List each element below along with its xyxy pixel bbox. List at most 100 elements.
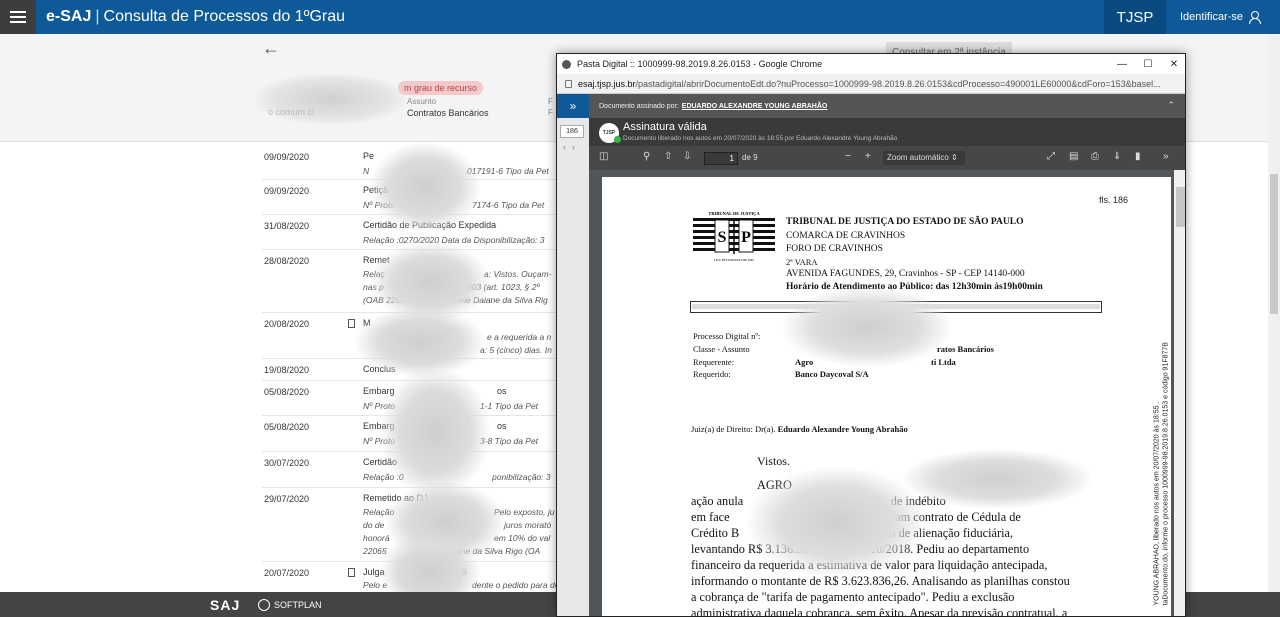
svg-text:S: S	[718, 229, 727, 246]
movement-date: 05/08/2020	[264, 387, 310, 397]
document-icon[interactable]	[348, 568, 355, 577]
redacted-area	[782, 287, 952, 367]
vertical-stamp-line: YOUNG ABRAHAO, liberado nos autos em 20/…	[1153, 401, 1161, 606]
signature-valid-title: Assinatura válida	[623, 121, 707, 133]
classe-value: ratos Bancários	[937, 344, 994, 354]
classe-label: Classe - Assunto	[693, 344, 750, 354]
redacted-area	[355, 307, 485, 377]
page-scrollbar-thumb[interactable]	[1270, 174, 1278, 314]
vertical-stamp: YOUNG ABRAHAO, liberado nos autos em 20/…	[1147, 302, 1170, 616]
window-title: Pasta Digital :: 1000999-98.2019.8.26.01…	[577, 59, 823, 69]
field-fragment: F	[548, 108, 553, 117]
window-titlebar[interactable]: Pasta Digital :: 1000999-98.2019.8.26.01…	[557, 54, 1185, 74]
body-line: a cobrança de "tarifa de pagamento antec…	[691, 590, 1015, 604]
court-name: TRIBUNAL DE JUSTIÇA DO ESTADO DE SÃO PAU…	[786, 217, 1024, 227]
tjsp-logo[interactable]: TJSP	[1104, 0, 1166, 34]
page-number-box[interactable]: 186	[560, 125, 584, 138]
body-line: informando o montante de R$ 3.623.836,26…	[691, 574, 1070, 588]
sidebar-toggle-icon[interactable]: ◫	[599, 151, 608, 162]
lock-icon	[565, 79, 572, 88]
open-file-icon[interactable]: ▤	[1069, 151, 1078, 162]
minimize-icon[interactable]: —	[1109, 54, 1135, 74]
user-icon	[1248, 11, 1261, 24]
url-host: esaj.tjsp.jus.br	[578, 78, 636, 89]
app-title[interactable]: e-SAJ | Consulta de Processos do 1ºGrau	[46, 8, 345, 26]
redacted-area	[370, 142, 480, 232]
close-icon[interactable]: ✕	[1161, 54, 1185, 74]
pdf-scrollbar[interactable]	[1174, 170, 1185, 616]
requerido-label: Requerido:	[693, 369, 731, 379]
movement-detail: e a requerida a n	[487, 332, 552, 342]
foro: FORO DE CRAVINHOS	[786, 244, 883, 254]
expand-panel-icon[interactable]: »	[557, 94, 589, 118]
bookmark-icon[interactable]: ▮	[1135, 151, 1141, 162]
tools-icon[interactable]: »	[1163, 151, 1169, 162]
next-page-icon[interactable]: ⇩	[683, 151, 691, 162]
print-icon[interactable]: ⎙	[1091, 151, 1099, 162]
check-icon	[614, 136, 621, 143]
movement-detail: 7174-6 Tipo da Pet	[472, 200, 545, 210]
requerente-value: Agro	[795, 357, 814, 367]
movement-date: 30/07/2020	[264, 458, 310, 468]
pdf-viewer[interactable]: fls. 186 TRIBUNAL DE JUSTIÇA S P LEX PEV	[589, 170, 1185, 616]
signed-by-label: Documento assinado por:	[599, 102, 679, 110]
classe-fragment: o comum cí	[268, 107, 315, 117]
window-controls: — ☐ ✕	[1109, 54, 1185, 74]
zoom-out-icon[interactable]: −	[845, 151, 851, 162]
fullscreen-icon[interactable]: ⤢	[1047, 151, 1055, 162]
movement-date: 31/08/2020	[264, 221, 310, 231]
field-fragment: F	[548, 97, 553, 106]
movement-detail: do de	[363, 520, 385, 530]
document-icon[interactable]	[348, 319, 355, 328]
pdf-toolbar: ◫ ⚲ ⇧ ⇩ 1 de 9 − + Zoom automático ⇕ ⤢ ▤…	[589, 146, 1185, 170]
zoom-in-icon[interactable]: +	[865, 151, 871, 162]
softplan-icon	[258, 598, 270, 611]
signature-valid-subtitle: Documento liberado nos autos em 20/07/20…	[623, 135, 898, 142]
redacted-area	[747, 467, 927, 577]
tjsp-seal-logo: TRIBUNAL DE JUSTIÇA S P LEX PEVERSUM DIE…	[693, 211, 775, 262]
movement-date: 05/08/2020	[264, 422, 310, 432]
movement-detail: 22065	[363, 546, 387, 556]
movement-date: 20/07/2020	[264, 568, 310, 578]
saj-logo: SAJ	[210, 596, 241, 613]
favicon-icon	[562, 59, 571, 69]
pdf-scrollbar-thumb[interactable]	[1176, 187, 1185, 227]
redacted-area	[902, 449, 1092, 509]
identify-link[interactable]: Identificar-se	[1180, 0, 1261, 34]
page-count: de 9	[742, 153, 758, 162]
collapse-icon[interactable]: ⌃	[1167, 100, 1175, 111]
movement-title[interactable]: Pe	[363, 151, 374, 161]
requerente-value: ti Ltda	[931, 357, 956, 367]
movement-date: 19/08/2020	[264, 365, 310, 375]
back-arrow-icon[interactable]: ←	[262, 38, 280, 59]
requerido-value: Banco Daycoval S/A	[795, 369, 869, 379]
chrome-popup-window: Pasta Digital :: 1000999-98.2019.8.26.01…	[556, 53, 1186, 617]
page-title: Consulta de Processos do 1ºGrau	[103, 8, 346, 25]
maximize-icon[interactable]: ☐	[1135, 54, 1161, 74]
page-scrollbar[interactable]	[1268, 34, 1280, 592]
signed-by-name[interactable]: EDUARDO ALEXANDRE YOUNG ABRAHÃO	[682, 103, 828, 110]
download-icon[interactable]: ⇓	[1113, 151, 1121, 162]
signature-bar: Documento assinado por: EDUARDO ALEXANDR…	[589, 94, 1185, 118]
movement-detail: a: 5 (cinco) dias. In	[480, 345, 552, 355]
movement-detail: a: Vistos. Ouçam-	[484, 269, 552, 279]
previous-page-icon[interactable]: ⇧	[664, 151, 672, 162]
movement-detail: dente o pedido para de	[472, 580, 560, 590]
page-folio: fls. 186	[1099, 195, 1129, 205]
court-hours: Horário de Atendimento ao Público: das 1…	[786, 282, 1043, 292]
movement-date: 20/08/2020	[264, 319, 310, 329]
judge-label: Juiz(a) de Direito: Dr(a).	[691, 424, 776, 434]
side-nav-arrows-icon[interactable]: ‹›	[563, 142, 581, 152]
page-number-input[interactable]: 1	[704, 152, 738, 165]
side-panel: » 186 ‹›	[557, 94, 589, 616]
search-icon[interactable]: ⚲	[643, 151, 650, 162]
app-name: e-SAJ	[46, 8, 92, 25]
menu-icon[interactable]	[0, 0, 36, 34]
movement-detail: 017191-6 Tipo da Pet	[467, 166, 549, 176]
seal-top-text: TRIBUNAL DE JUSTIÇA	[708, 211, 760, 216]
seal-bottom-text: LEX PEVERSUM DIE MIS	[714, 258, 754, 262]
zoom-select-value: Zoom automático	[887, 153, 949, 162]
zoom-select[interactable]: Zoom automático ⇕	[883, 151, 965, 165]
comarca: COMARCA DE CRAVINHOS	[786, 231, 906, 241]
address-bar[interactable]: esaj.tjsp.jus.br /pastadigital/abrirDocu…	[557, 74, 1185, 94]
